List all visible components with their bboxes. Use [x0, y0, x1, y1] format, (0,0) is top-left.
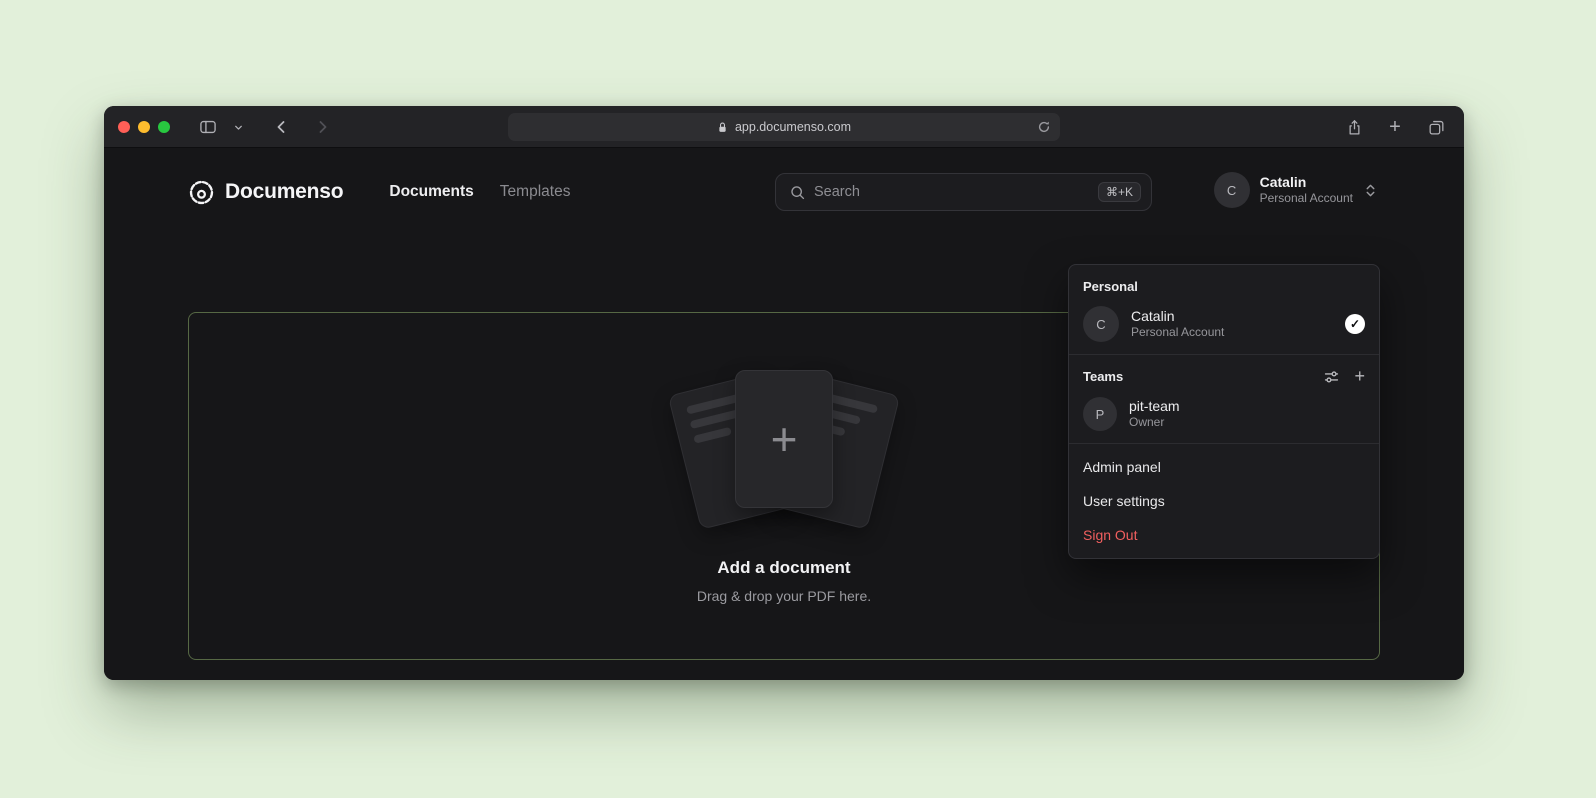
teams-actions: + — [1322, 367, 1365, 385]
dropzone-subtitle: Drag & drop your PDF here. — [697, 588, 871, 604]
teams-section: Teams + P pit-team Owner — [1069, 355, 1379, 443]
address-text: app.documenso.com — [735, 120, 851, 134]
nav-templates[interactable]: Templates — [500, 183, 571, 201]
personal-section-label: Personal — [1083, 279, 1365, 294]
personal-account-text: Catalin Personal Account — [1131, 307, 1224, 341]
teams-section-label: Teams — [1083, 369, 1123, 384]
menu-item-user-settings[interactable]: User settings — [1069, 484, 1379, 518]
app-page: Documenso Documents Templates C Catalin … — [104, 148, 1464, 680]
sidebar-toggle-icon[interactable] — [196, 115, 220, 139]
team-row[interactable]: P pit-team Owner — [1083, 397, 1365, 431]
menu-item-sign-out[interactable]: Sign Out — [1069, 518, 1379, 552]
search-shortcut-badge: ⌘+K — [1098, 182, 1141, 202]
personal-section: Personal C Catalin Personal Account ✓ — [1069, 265, 1379, 354]
new-tab-icon[interactable]: + — [1383, 115, 1407, 139]
address-bar[interactable]: app.documenso.com — [508, 113, 1060, 141]
team-avatar: P — [1083, 397, 1117, 431]
reload-icon[interactable] — [1036, 119, 1052, 135]
add-plus-icon: + — [771, 416, 798, 462]
share-icon[interactable] — [1342, 115, 1366, 139]
cards-illustration: + — [669, 368, 899, 528]
nav-documents[interactable]: Documents — [389, 183, 473, 201]
search-input[interactable] — [814, 184, 1098, 200]
personal-account-name: Catalin — [1131, 307, 1224, 325]
tab-overview-icon[interactable] — [1424, 115, 1448, 139]
primary-nav: Documents Templates — [389, 183, 570, 201]
personal-avatar: C — [1083, 306, 1119, 342]
teams-header: Teams + — [1083, 367, 1365, 385]
account-dropdown-menu: Personal C Catalin Personal Account ✓ — [1068, 264, 1380, 559]
team-name: pit-team — [1129, 397, 1180, 415]
selected-check-icon: ✓ — [1345, 314, 1365, 334]
browser-window: app.documenso.com + — [104, 106, 1464, 680]
account-text: Catalin Personal Account — [1260, 174, 1353, 207]
search-bar: ⌘+K — [775, 173, 1152, 211]
manage-teams-icon[interactable] — [1322, 367, 1340, 385]
account-subtitle: Personal Account — [1260, 191, 1353, 206]
brand-logo-link[interactable]: Documenso — [188, 179, 343, 206]
account-menu-trigger[interactable]: C Catalin Personal Account — [1214, 172, 1378, 208]
titlebar-left-controls — [196, 106, 334, 148]
personal-account-subtitle: Personal Account — [1131, 325, 1224, 341]
card-front-add: + — [735, 370, 833, 508]
browser-titlebar: app.documenso.com + — [104, 106, 1464, 148]
desktop: app.documenso.com + — [0, 0, 1596, 798]
account-avatar: C — [1214, 172, 1250, 208]
sidebar-chevron-down-icon[interactable] — [226, 115, 250, 139]
titlebar-right-controls: + — [1342, 106, 1448, 148]
team-text: pit-team Owner — [1129, 397, 1180, 431]
personal-account-row[interactable]: C Catalin Personal Account ✓ — [1083, 306, 1365, 342]
close-window-button[interactable] — [118, 121, 130, 133]
documenso-logo-icon — [188, 179, 215, 206]
team-role: Owner — [1129, 415, 1180, 431]
brand-name: Documenso — [225, 180, 343, 204]
dropzone-title: Add a document — [717, 558, 850, 578]
back-button[interactable] — [270, 115, 294, 139]
zoom-window-button[interactable] — [158, 121, 170, 133]
menu-items: Admin panel User settings Sign Out — [1069, 444, 1379, 558]
traffic-lights — [118, 106, 170, 148]
lock-icon — [717, 120, 729, 134]
forward-button[interactable] — [310, 115, 334, 139]
add-team-icon[interactable]: + — [1354, 367, 1365, 385]
menu-item-admin-panel[interactable]: Admin panel — [1069, 450, 1379, 484]
account-name: Catalin — [1260, 174, 1353, 192]
search-icon — [788, 183, 806, 201]
chevron-up-down-icon — [1363, 181, 1378, 199]
minimize-window-button[interactable] — [138, 121, 150, 133]
